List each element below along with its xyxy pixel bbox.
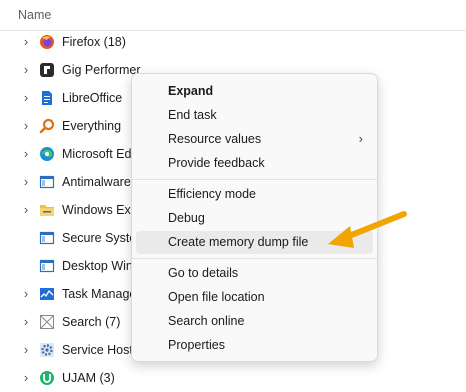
task-manager-icon — [40, 288, 54, 300]
window-app-icon — [39, 231, 55, 245]
ujam-icon — [40, 371, 54, 385]
firefox-icon — [40, 35, 54, 49]
column-header: Name — [0, 0, 466, 31]
chevron-right-icon[interactable]: › — [20, 287, 32, 300]
process-name: LibreOffice — [62, 91, 123, 105]
edge-icon — [40, 147, 54, 161]
process-name: Everything — [62, 119, 122, 133]
chevron-right-icon[interactable]: › — [20, 35, 32, 48]
chevron-right-icon[interactable]: › — [20, 315, 32, 328]
gear-icon — [40, 343, 54, 357]
process-row[interactable]: › Firefox (18) — [0, 28, 466, 56]
chevron-right-icon[interactable]: › — [20, 147, 32, 160]
window-app-icon — [39, 175, 55, 189]
column-header-name[interactable]: Name — [18, 8, 51, 22]
process-name: UJAM (3) — [62, 371, 115, 385]
chevron-right-icon[interactable]: › — [20, 175, 32, 188]
process-name: Search (7) — [62, 315, 121, 329]
menu-item-provide-feedback[interactable]: Provide feedback — [136, 152, 373, 175]
folder-icon — [40, 205, 54, 216]
libreoffice-icon — [42, 91, 52, 105]
menu-item-expand[interactable]: Expand — [136, 80, 373, 103]
search-app-icon — [40, 315, 54, 329]
chevron-right-icon[interactable]: › — [20, 63, 32, 76]
everything-search-icon — [39, 118, 55, 134]
gig-performer-icon — [40, 63, 54, 77]
process-name: Service Host: — [62, 343, 137, 357]
process-name: Secure Syster — [62, 231, 141, 245]
window-app-icon — [39, 259, 55, 273]
process-name: Windows Exp — [62, 203, 138, 217]
process-name: Task Manage — [62, 287, 137, 301]
chevron-right-icon[interactable]: › — [20, 119, 32, 132]
menu-item-open-file-location[interactable]: Open file location — [136, 286, 373, 309]
menu-separator — [132, 179, 377, 180]
process-name: Antimalware — [62, 175, 131, 189]
chevron-right-icon[interactable]: › — [20, 343, 32, 356]
menu-item-go-to-details[interactable]: Go to details — [136, 262, 373, 285]
chevron-right-icon[interactable]: › — [20, 371, 32, 384]
process-row[interactable]: › UJAM (3) — [0, 364, 466, 392]
chevron-right-icon[interactable]: › — [20, 91, 32, 104]
menu-item-end-task[interactable]: End task — [136, 104, 373, 127]
process-name: Gig Performer — [62, 63, 141, 77]
menu-item-resource-values[interactable]: Resource values › — [136, 128, 373, 151]
process-name: Desktop Win — [62, 259, 133, 273]
process-name: Firefox (18) — [62, 35, 126, 49]
annotation-arrow-icon — [328, 211, 407, 248]
menu-item-search-online[interactable]: Search online — [136, 310, 373, 333]
chevron-right-icon[interactable]: › — [20, 203, 32, 216]
chevron-right-icon: › — [358, 131, 363, 146]
process-name: Microsoft Ed — [62, 147, 132, 161]
menu-item-properties[interactable]: Properties — [136, 334, 373, 357]
